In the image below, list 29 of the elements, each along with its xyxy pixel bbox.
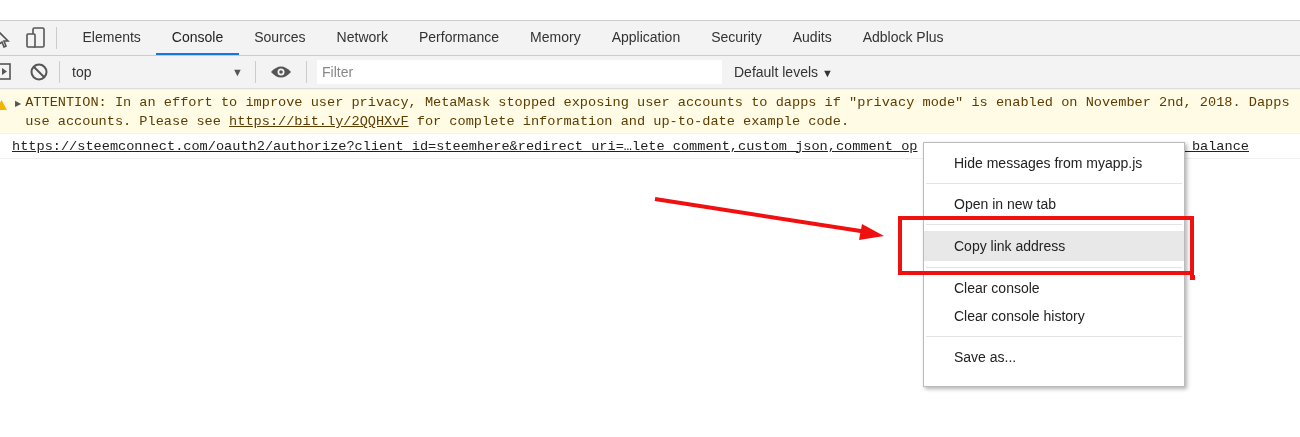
url-link[interactable]: https://steemconnect.com/oauth2/authorize?client_id=steemhere&redirect_uri=…lete_comment,custom_json,comment_op — [12, 138, 918, 154]
menu-item[interactable]: Save as... — [924, 343, 1184, 371]
tab[interactable]: Adblock Plus — [847, 21, 960, 55]
tab[interactable]: Security — [695, 21, 778, 55]
device-icon[interactable] — [26, 27, 46, 49]
tab[interactable]: Memory — [514, 21, 597, 55]
levels-dropdown[interactable]: Default levels ▼ — [728, 63, 839, 81]
tab[interactable]: Network — [321, 21, 404, 55]
menu-item[interactable]: Clear console — [924, 274, 1184, 302]
message-link[interactable]: https://bit.ly/2QQHXvF — [229, 114, 409, 129]
clear-console-icon[interactable] — [29, 62, 49, 82]
message-text: use accounts. Please see https://bit.ly/2QQHXvF for complete information and up-to-date example code. — [25, 113, 851, 131]
tab[interactable]: Performance — [403, 21, 515, 55]
expand-arrow[interactable]: ▶ — [15, 99, 22, 108]
sidebar-toggle-icon[interactable] — [0, 63, 12, 81]
message-text: ATTENTION: In an effort to improve user privacy, MetaMask stopped exposing user accounts to dapps if "privacy mode" is enabled on November 2nd, 2018. Dapps — [25, 94, 1290, 112]
warning-icon — [0, 99, 8, 111]
filter-field[interactable]: Filter — [317, 60, 722, 84]
menu-item[interactable]: Clear console history — [924, 302, 1184, 330]
tab[interactable]: Elements — [67, 21, 157, 55]
tab[interactable]: Audits — [777, 21, 848, 55]
url-link[interactable]: _balance — [1183, 138, 1249, 154]
menu-item[interactable]: Copy link address — [924, 231, 1184, 261]
eye-icon[interactable] — [270, 65, 292, 79]
menu-item[interactable]: Hide messages from myapp.js — [924, 149, 1184, 177]
menu-item[interactable]: Open in new tab — [924, 190, 1184, 218]
context-select[interactable]: top ▼ — [70, 64, 245, 80]
tab[interactable]: Application — [596, 21, 696, 55]
tab[interactable]: Sources — [238, 21, 322, 55]
